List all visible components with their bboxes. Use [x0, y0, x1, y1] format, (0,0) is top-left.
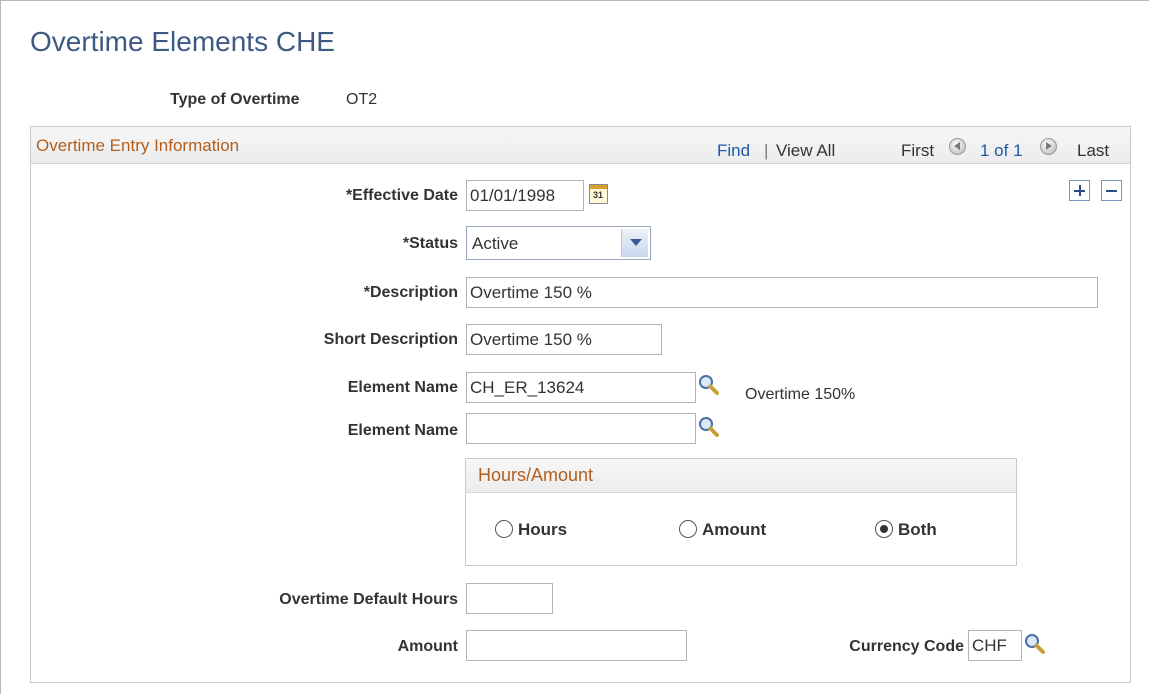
currency-code-label: Currency Code: [849, 638, 964, 655]
description-label: *Description: [363, 284, 458, 301]
search-icon[interactable]: [698, 416, 720, 438]
element-name-label: Element Name: [347, 422, 458, 439]
status-select-value: Active: [472, 234, 519, 253]
effective-date-field[interactable]: 01/01/1998: [466, 180, 584, 211]
minus-icon[interactable]: [1101, 180, 1122, 201]
overtime-default-hours-label: Overtime Default Hours: [279, 591, 458, 608]
amount-label: Amount: [397, 638, 458, 655]
hours-amount-title: Hours/Amount: [478, 465, 594, 485]
next-row-icon[interactable]: [1040, 138, 1057, 155]
amount-radio-label: Amount: [702, 520, 767, 539]
last-label: Last: [1077, 141, 1110, 160]
hours-amount-groupbox: Hours/Amount: [465, 458, 1017, 566]
currency-code-field[interactable]: CHF: [968, 630, 1022, 661]
description-field[interactable]: Overtime 150 %: [466, 277, 1098, 308]
amount-radio[interactable]: [679, 520, 697, 538]
hours-radio[interactable]: [495, 520, 513, 538]
short-description-label: Short Description: [323, 331, 458, 348]
view-all-link[interactable]: View All: [776, 141, 835, 161]
first-label: First: [901, 141, 935, 160]
overtime-default-hours-field[interactable]: [466, 583, 553, 614]
both-radio[interactable]: [875, 520, 893, 538]
hours-radio-label: Hours: [518, 520, 568, 539]
type-of-overtime-label: Type of Overtime: [170, 91, 300, 108]
search-icon[interactable]: [1024, 633, 1046, 655]
effective-date-label: *Effective Date: [345, 187, 458, 204]
both-radio-label: Both: [898, 520, 937, 539]
search-icon[interactable]: [698, 374, 720, 396]
element-name-field[interactable]: CH_ER_13624: [466, 372, 696, 403]
nav-separator: |: [764, 141, 769, 160]
previous-row-icon[interactable]: [949, 138, 966, 155]
chevron-down-icon[interactable]: [621, 229, 648, 257]
element-name-description: Overtime 150%: [745, 386, 856, 403]
type-of-overtime-value: OT2: [346, 91, 378, 108]
plus-icon[interactable]: [1069, 180, 1090, 201]
status-select[interactable]: Active: [466, 226, 651, 260]
find-link[interactable]: Find: [717, 141, 750, 161]
calendar-icon[interactable]: 31: [589, 184, 608, 204]
page-title: Overtime Elements CHE: [30, 26, 335, 57]
element-name-field[interactable]: [466, 413, 696, 444]
row-count: 1 of 1: [980, 141, 1023, 160]
amount-field[interactable]: [466, 630, 687, 661]
status-label: *Status: [402, 235, 458, 252]
groupbox-header: Hours/Amount: [466, 459, 1016, 493]
element-name-label: Element Name: [347, 379, 458, 396]
section-header: Overtime Entry Information Find | View A…: [31, 127, 1130, 164]
short-description-field[interactable]: Overtime 150 %: [466, 324, 662, 355]
section-title: Overtime Entry Information: [36, 136, 240, 155]
